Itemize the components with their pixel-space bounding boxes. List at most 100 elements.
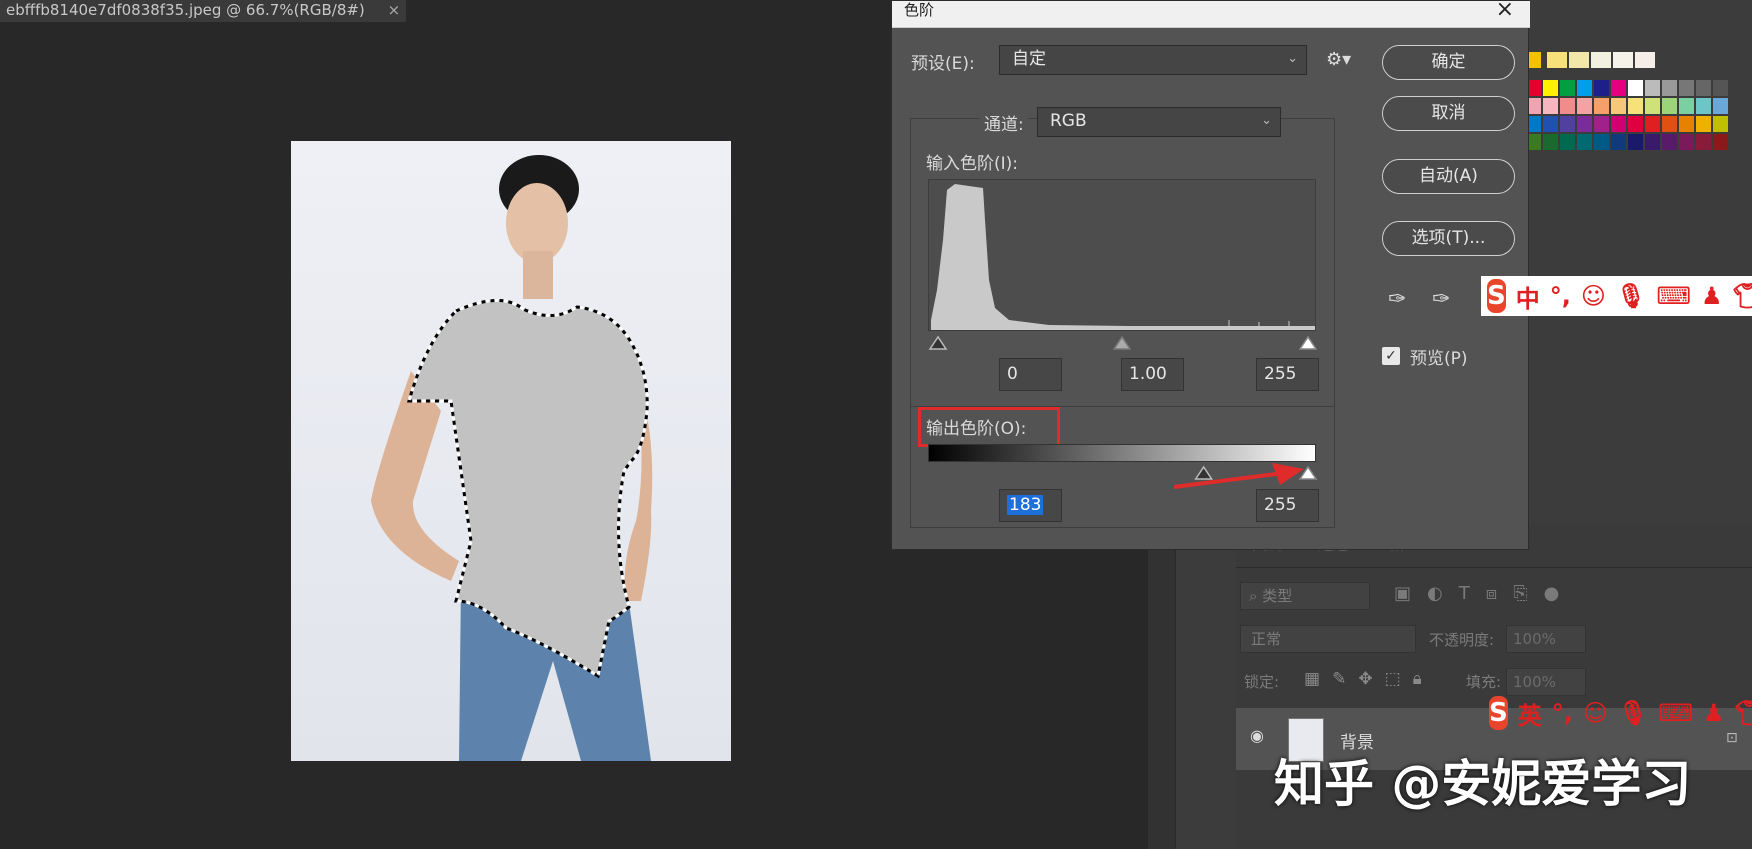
punctuation-icon[interactable]: °, bbox=[1552, 699, 1573, 727]
swatch[interactable] bbox=[1635, 52, 1655, 68]
document-tab[interactable]: ebfffb8140e7df0838f35.jpeg @ 66.7%(RGB/8… bbox=[0, 0, 407, 22]
swatch[interactable] bbox=[1543, 116, 1558, 132]
microphone-icon[interactable]: 🎙︎ bbox=[1618, 699, 1648, 727]
fill-field[interactable]: 100% bbox=[1506, 668, 1586, 696]
swatch[interactable] bbox=[1594, 116, 1609, 132]
swatch[interactable] bbox=[1662, 116, 1677, 132]
skin-icon[interactable]: 👕︎ bbox=[1733, 282, 1752, 310]
swatch[interactable] bbox=[1713, 134, 1728, 150]
auto-button[interactable]: 自动(A) bbox=[1382, 159, 1515, 194]
lock-all-icon[interactable]: 🔒︎ bbox=[1413, 669, 1422, 689]
swatch[interactable] bbox=[1611, 80, 1626, 96]
swatch[interactable] bbox=[1713, 98, 1728, 114]
image-filter-icon[interactable]: ▣ bbox=[1394, 583, 1411, 604]
swatch[interactable] bbox=[1662, 98, 1677, 114]
swatch[interactable] bbox=[1560, 134, 1575, 150]
skin-icon[interactable]: 👕︎ bbox=[1735, 699, 1752, 727]
swatch[interactable] bbox=[1713, 80, 1728, 96]
swatch[interactable] bbox=[1591, 52, 1611, 68]
swatch[interactable] bbox=[1662, 80, 1677, 96]
swatch[interactable] bbox=[1696, 80, 1711, 96]
emoji-icon[interactable]: ☺ bbox=[1583, 699, 1608, 727]
lock-brush-icon[interactable]: ✎ bbox=[1332, 669, 1346, 689]
microphone-icon[interactable]: 🎙︎ bbox=[1616, 282, 1646, 310]
lock-artboard-icon[interactable]: ⬚ bbox=[1385, 669, 1401, 689]
swatch[interactable] bbox=[1645, 116, 1660, 132]
swatch[interactable] bbox=[1547, 52, 1567, 68]
filter-toggle-icon[interactable]: ● bbox=[1544, 583, 1560, 604]
cancel-button[interactable]: 取消 bbox=[1382, 96, 1515, 131]
ime-mode-label[interactable]: 中 bbox=[1516, 279, 1540, 314]
swatch[interactable] bbox=[1696, 116, 1711, 132]
swatch[interactable] bbox=[1611, 116, 1626, 132]
channel-select[interactable]: RGB ⌄ bbox=[1037, 107, 1281, 137]
keyboard-icon[interactable]: ⌨ bbox=[1656, 282, 1691, 310]
lock-transparent-icon[interactable]: ▦ bbox=[1304, 669, 1320, 689]
swatch[interactable] bbox=[1543, 80, 1558, 96]
swatch[interactable] bbox=[1560, 98, 1575, 114]
ime-mode-label[interactable]: 英 bbox=[1518, 696, 1542, 731]
swatch[interactable] bbox=[1560, 80, 1575, 96]
gray-eyedropper-icon[interactable]: ✑ bbox=[1432, 287, 1450, 312]
preview-checkbox[interactable]: ✓ bbox=[1382, 347, 1400, 365]
swatch[interactable] bbox=[1679, 134, 1694, 150]
layer-filter-select[interactable]: ⌕ 类型 bbox=[1240, 582, 1370, 610]
tab-close-icon[interactable]: × bbox=[388, 0, 401, 20]
shape-filter-icon[interactable]: ⧈ bbox=[1486, 583, 1497, 604]
input-black-field[interactable]: 0 bbox=[999, 358, 1062, 391]
ime-toolbar-floating[interactable]: S 英 °, ☺ 🎙︎ ⌨ ♟ 👕︎ bbox=[1483, 693, 1752, 733]
swatch[interactable] bbox=[1628, 98, 1643, 114]
ime-toolbar[interactable]: S 中 °, ☺ 🎙︎ ⌨ ♟ 👕︎ bbox=[1481, 276, 1752, 316]
keyboard-icon[interactable]: ⌨ bbox=[1658, 699, 1693, 727]
input-white-field[interactable]: 255 bbox=[1256, 358, 1319, 391]
swatch[interactable] bbox=[1645, 80, 1660, 96]
preset-select[interactable]: 自定 ⌄ bbox=[999, 45, 1307, 75]
swatch[interactable] bbox=[1577, 98, 1592, 114]
swatch[interactable] bbox=[1696, 98, 1711, 114]
adjustment-filter-icon[interactable]: ◐ bbox=[1427, 583, 1443, 604]
eye-icon[interactable]: ◉ bbox=[1250, 726, 1264, 745]
swatch[interactable] bbox=[1577, 80, 1592, 96]
output-black-field[interactable]: 183 bbox=[999, 489, 1062, 522]
swatch[interactable] bbox=[1628, 116, 1643, 132]
close-icon[interactable]: × bbox=[1496, 0, 1514, 22]
input-slider[interactable] bbox=[928, 333, 1318, 353]
swatch[interactable] bbox=[1662, 134, 1677, 150]
swatch[interactable] bbox=[1645, 98, 1660, 114]
emoji-icon[interactable]: ☺ bbox=[1581, 282, 1606, 310]
swatch[interactable] bbox=[1611, 98, 1626, 114]
output-white-field[interactable]: 255 bbox=[1256, 489, 1319, 522]
swatch[interactable] bbox=[1577, 134, 1592, 150]
user-icon[interactable]: ♟ bbox=[1701, 282, 1723, 310]
input-gamma-field[interactable]: 1.00 bbox=[1121, 358, 1184, 391]
options-button[interactable]: 选项(T)... bbox=[1382, 221, 1515, 256]
swatch[interactable] bbox=[1543, 134, 1558, 150]
gear-icon[interactable]: ⚙︎▾ bbox=[1326, 49, 1351, 70]
swatch[interactable] bbox=[1679, 80, 1694, 96]
swatch[interactable] bbox=[1543, 98, 1558, 114]
swatch[interactable] bbox=[1613, 52, 1633, 68]
lock-move-icon[interactable]: ✥ bbox=[1358, 669, 1372, 689]
swatch[interactable] bbox=[1611, 134, 1626, 150]
swatch[interactable] bbox=[1594, 98, 1609, 114]
blend-mode-select[interactable]: 正常 bbox=[1240, 625, 1416, 653]
swatch[interactable] bbox=[1594, 134, 1609, 150]
swatch[interactable] bbox=[1713, 116, 1728, 132]
user-icon[interactable]: ♟ bbox=[1703, 699, 1725, 727]
punctuation-icon[interactable]: °, bbox=[1550, 282, 1571, 310]
swatch[interactable] bbox=[1696, 134, 1711, 150]
swatch[interactable] bbox=[1645, 134, 1660, 150]
ok-button[interactable]: 确定 bbox=[1382, 45, 1515, 80]
opacity-field[interactable]: 100% bbox=[1506, 625, 1586, 653]
swatch[interactable] bbox=[1594, 80, 1609, 96]
black-eyedropper-icon[interactable]: ✑ bbox=[1388, 287, 1406, 312]
smart-object-filter-icon[interactable]: ⎘ bbox=[1513, 583, 1527, 604]
type-filter-icon[interactable]: T bbox=[1459, 583, 1470, 604]
swatch[interactable] bbox=[1628, 134, 1643, 150]
canvas-image[interactable] bbox=[291, 141, 731, 761]
swatch[interactable] bbox=[1577, 116, 1592, 132]
swatch[interactable] bbox=[1679, 116, 1694, 132]
swatch[interactable] bbox=[1569, 52, 1589, 68]
swatch[interactable] bbox=[1679, 98, 1694, 114]
swatch[interactable] bbox=[1628, 80, 1643, 96]
